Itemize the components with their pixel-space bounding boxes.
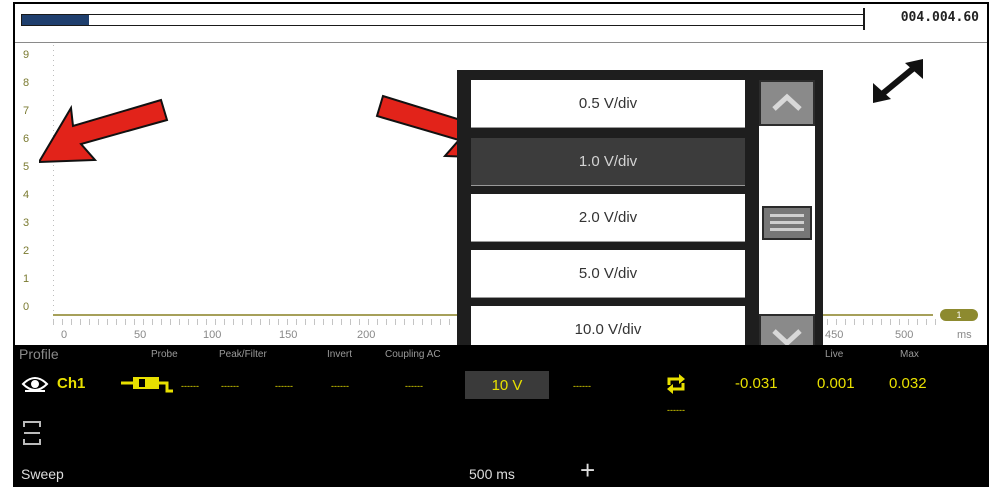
- callout-arrow-left: [39, 98, 169, 164]
- header-coupling: Coupling AC: [385, 349, 441, 360]
- x-label: 0: [61, 329, 68, 341]
- eye-icon[interactable]: [21, 375, 49, 393]
- x-label: 450: [825, 329, 844, 341]
- y-label: 6: [23, 133, 30, 145]
- y-label: 0: [23, 301, 30, 313]
- reading-max: 0.032: [889, 375, 927, 392]
- sweep-value[interactable]: 500 ms: [469, 466, 515, 482]
- volts-per-div-dropdown[interactable]: 0.5 V/div 1.0 V/div 2.0 V/div 5.0 V/div …: [457, 70, 823, 364]
- y-axis: [53, 45, 54, 315]
- reading-min: -0.031: [735, 375, 778, 392]
- y-label: 4: [23, 189, 30, 201]
- refresh-icon[interactable]: [665, 373, 687, 395]
- buffer-track[interactable]: [21, 14, 865, 26]
- reading-live: 0.001: [817, 375, 855, 392]
- y-label: 2: [23, 245, 30, 257]
- header-max: Max: [900, 349, 919, 360]
- buffer-fill: [22, 15, 90, 25]
- invert-value[interactable]: ------: [331, 381, 349, 391]
- dropdown-option[interactable]: 0.5 V/div: [471, 80, 745, 128]
- buffer-end-marker: [863, 8, 865, 30]
- x-label: 50: [134, 329, 147, 341]
- dropdown-scrollbar[interactable]: [759, 80, 815, 360]
- buffer-bar: 004.004.60: [15, 4, 987, 43]
- x-label: 500: [895, 329, 914, 341]
- y-label: 7: [23, 105, 30, 117]
- header-probe: Probe: [151, 349, 178, 360]
- x-label: 100: [203, 329, 222, 341]
- header-peak-filter: Peak/Filter: [219, 349, 267, 360]
- version-label: 004.004.60: [900, 10, 979, 25]
- filter-value[interactable]: ------: [275, 381, 293, 391]
- peak-value[interactable]: ------: [221, 381, 239, 391]
- channel-label[interactable]: Ch1: [57, 375, 85, 392]
- header-invert: Invert: [327, 349, 353, 360]
- y-label: 8: [23, 77, 30, 89]
- x-unit: ms: [957, 329, 972, 341]
- y-label: 3: [23, 217, 30, 229]
- scale-value[interactable]: 10 V: [465, 371, 549, 399]
- sweep-label: Sweep: [21, 466, 64, 482]
- channel-marker[interactable]: 1: [940, 309, 978, 321]
- chevron-up-icon[interactable]: [759, 80, 815, 126]
- y-label: 9: [23, 49, 30, 61]
- channel-panel: Profile Probe Peak/Filter Invert Couplin…: [15, 345, 987, 485]
- coupling-value[interactable]: ------: [405, 381, 423, 391]
- profile-label[interactable]: Profile: [19, 346, 59, 362]
- scroll-thumb-icon[interactable]: [762, 206, 812, 240]
- probe-icon[interactable]: [121, 373, 175, 395]
- position-value[interactable]: ------: [573, 381, 591, 391]
- scope-window: 004.004.60 9 8 7 6 5 4 3 2 1 0 0 50 100 …: [13, 2, 989, 487]
- fullscreen-icon[interactable]: [869, 59, 927, 103]
- x-label: 150: [279, 329, 298, 341]
- header-live: Live: [825, 349, 844, 360]
- dropdown-option[interactable]: 2.0 V/div: [471, 194, 745, 242]
- dropdown-option[interactable]: 5.0 V/div: [471, 250, 745, 298]
- refresh-value: ------: [667, 405, 685, 415]
- dropdown-option-selected[interactable]: 1.0 V/div: [471, 138, 745, 186]
- y-label: 1: [23, 273, 30, 285]
- plus-icon[interactable]: +: [580, 455, 595, 485]
- x-label: 200: [357, 329, 376, 341]
- y-label: 5: [23, 161, 30, 173]
- probe-value[interactable]: ------: [181, 381, 199, 391]
- cursor-icon[interactable]: [23, 421, 41, 445]
